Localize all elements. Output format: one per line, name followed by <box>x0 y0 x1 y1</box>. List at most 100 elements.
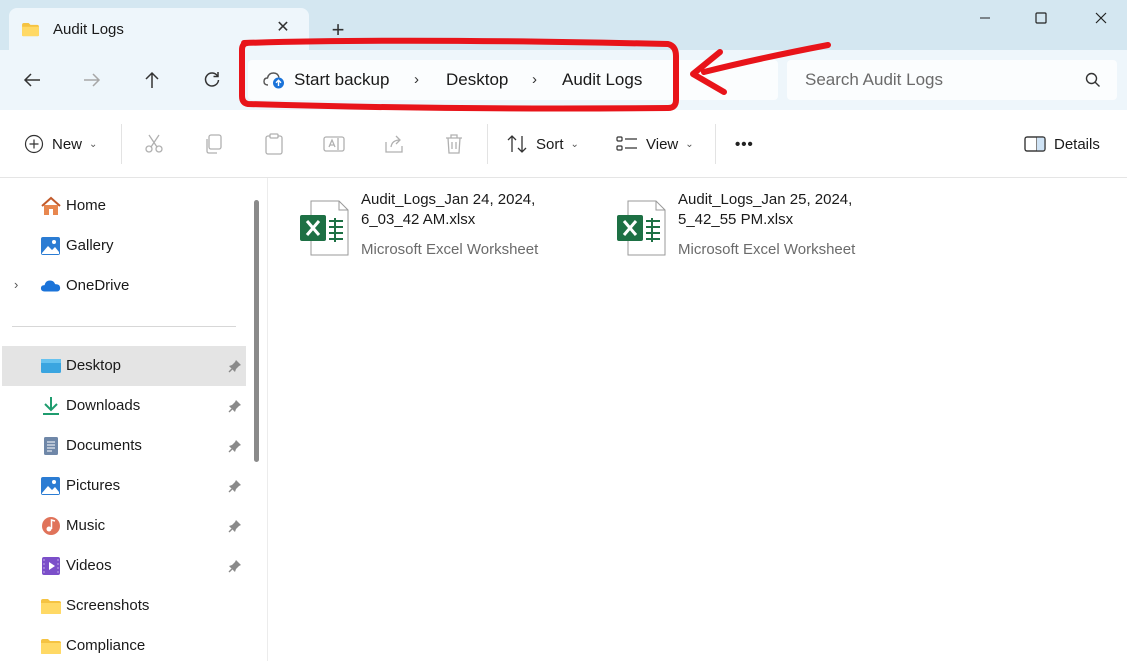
music-icon <box>42 517 60 535</box>
divider <box>121 124 122 164</box>
excel-file-icon <box>617 200 666 256</box>
breadcrumb-audit-logs[interactable]: Audit Logs <box>562 70 642 90</box>
forward-button[interactable] <box>77 65 107 95</box>
pin-icon[interactable] <box>228 559 242 573</box>
file-item[interactable]: Audit_Logs_Jan 25, 2024, 5_42_55 PM.xlsx… <box>616 188 916 258</box>
breadcrumb-desktop[interactable]: Desktop <box>446 70 508 90</box>
pictures-icon <box>41 477 60 495</box>
breadcrumb-separator[interactable]: › <box>414 71 419 88</box>
folder-icon <box>41 599 61 614</box>
sidebar-item-screenshots[interactable]: Screenshots <box>0 586 246 626</box>
sidebar-item-home[interactable]: Home <box>0 186 246 226</box>
share-icon <box>385 135 403 153</box>
downloads-icon <box>43 397 59 415</box>
cut-button[interactable] <box>143 130 165 158</box>
back-button[interactable] <box>17 65 47 95</box>
minimize-icon <box>980 17 990 19</box>
sidebar-item-gallery[interactable]: Gallery <box>0 226 246 266</box>
sidebar-item-label: Compliance <box>66 637 146 654</box>
close-icon <box>1095 12 1107 24</box>
view-button[interactable]: View ⌄ <box>616 130 694 158</box>
more-options-button[interactable]: ••• <box>735 130 754 158</box>
sidebar-item-music[interactable]: Music <box>0 506 246 546</box>
chevron-down-icon: ⌄ <box>89 138 98 150</box>
pin-icon[interactable] <box>228 519 242 533</box>
file-item[interactable]: Audit_Logs_Jan 24, 2024, 6_03_42 AM.xlsx… <box>299 188 599 258</box>
back-arrow-icon <box>23 73 40 87</box>
sort-label: Sort <box>536 135 564 153</box>
new-button[interactable]: New ⌄ <box>24 130 97 158</box>
pin-icon[interactable] <box>228 399 242 413</box>
delete-button[interactable] <box>443 130 465 158</box>
excel-file-icon <box>300 200 349 256</box>
refresh-button[interactable] <box>197 65 227 95</box>
pin-icon[interactable] <box>228 439 242 453</box>
sidebar-scrollbar[interactable] <box>254 200 259 462</box>
address-bar[interactable]: Start backup › Desktop › Audit Logs <box>248 60 778 100</box>
details-pane-button[interactable]: Details <box>1024 130 1100 158</box>
sidebar-item-label: Screenshots <box>66 597 150 614</box>
sidebar-item-onedrive[interactable]: › OneDrive <box>0 266 246 306</box>
forward-arrow-icon <box>84 73 101 87</box>
pin-icon[interactable] <box>228 359 242 373</box>
maximize-button[interactable] <box>1018 6 1064 30</box>
sort-icon <box>507 135 527 153</box>
backup-cloud-icon <box>263 72 284 89</box>
rename-button[interactable] <box>323 130 345 158</box>
tab-title: Audit Logs <box>53 21 124 38</box>
file-type: Microsoft Excel Worksheet <box>678 241 856 258</box>
sidebar-item-downloads[interactable]: Downloads <box>0 386 246 426</box>
details-label: Details <box>1054 135 1100 153</box>
divider <box>12 326 236 327</box>
refresh-icon <box>204 72 220 87</box>
pin-icon[interactable] <box>228 479 242 493</box>
navigation-bar: Start backup › Desktop › Audit Logs Sear… <box>0 50 1127 110</box>
file-list: Audit_Logs_Jan 24, 2024, 6_03_42 AM.xlsx… <box>269 178 1127 661</box>
view-label: View <box>646 135 679 153</box>
new-label: New <box>52 135 83 153</box>
search-box[interactable]: Search Audit Logs <box>787 60 1117 100</box>
minimize-button[interactable] <box>962 6 1008 30</box>
copy-icon <box>206 134 222 154</box>
divider <box>487 124 488 164</box>
sidebar-item-label: Home <box>66 197 107 214</box>
new-tab-button[interactable]: + <box>326 18 350 42</box>
sidebar-item-compliance[interactable]: Compliance <box>0 626 246 661</box>
documents-icon <box>44 437 58 455</box>
sidebar-item-desktop[interactable]: Desktop <box>2 346 246 386</box>
details-pane-icon <box>1024 136 1046 152</box>
gallery-icon <box>41 237 60 255</box>
chevron-right-icon[interactable]: › <box>14 277 18 292</box>
close-window-button[interactable] <box>1078 6 1124 30</box>
sidebar-item-label: Pictures <box>66 477 121 494</box>
close-tab-button[interactable]: ✕ <box>273 18 293 38</box>
sidebar-item-pictures[interactable]: Pictures <box>0 466 246 506</box>
rename-icon <box>323 136 345 152</box>
search-input[interactable]: Search Audit Logs <box>805 70 943 90</box>
breadcrumb-separator[interactable]: › <box>532 71 537 88</box>
copy-button[interactable] <box>203 130 225 158</box>
chevron-down-icon: ⌄ <box>570 138 579 150</box>
sidebar-item-documents[interactable]: Documents <box>0 426 246 466</box>
view-icon <box>616 136 637 151</box>
sidebar-item-label: Desktop <box>66 357 122 374</box>
search-icon[interactable] <box>1085 72 1101 88</box>
sidebar-item-videos[interactable]: Videos <box>0 546 246 586</box>
breadcrumb-start-backup[interactable]: Start backup <box>294 70 389 90</box>
sidebar-item-label: Documents <box>66 437 142 454</box>
tab-audit-logs[interactable]: Audit Logs ✕ <box>9 8 309 50</box>
paste-button[interactable] <box>263 130 285 158</box>
sort-button[interactable]: Sort ⌄ <box>506 130 579 158</box>
navigation-pane: Home Gallery › OneDrive Desktop Download… <box>0 178 268 661</box>
file-name: Audit_Logs_Jan 24, 2024, 6_03_42 AM.xlsx <box>361 191 536 228</box>
file-type: Microsoft Excel Worksheet <box>361 241 539 258</box>
maximize-icon <box>1035 12 1047 24</box>
desktop-icon <box>41 359 61 373</box>
sidebar-item-label: Videos <box>66 557 112 574</box>
sidebar-item-label: OneDrive <box>66 277 130 294</box>
videos-icon <box>42 557 60 575</box>
onedrive-icon <box>40 280 61 292</box>
share-button[interactable] <box>383 130 405 158</box>
up-button[interactable] <box>137 65 167 95</box>
scissors-icon <box>145 134 163 153</box>
